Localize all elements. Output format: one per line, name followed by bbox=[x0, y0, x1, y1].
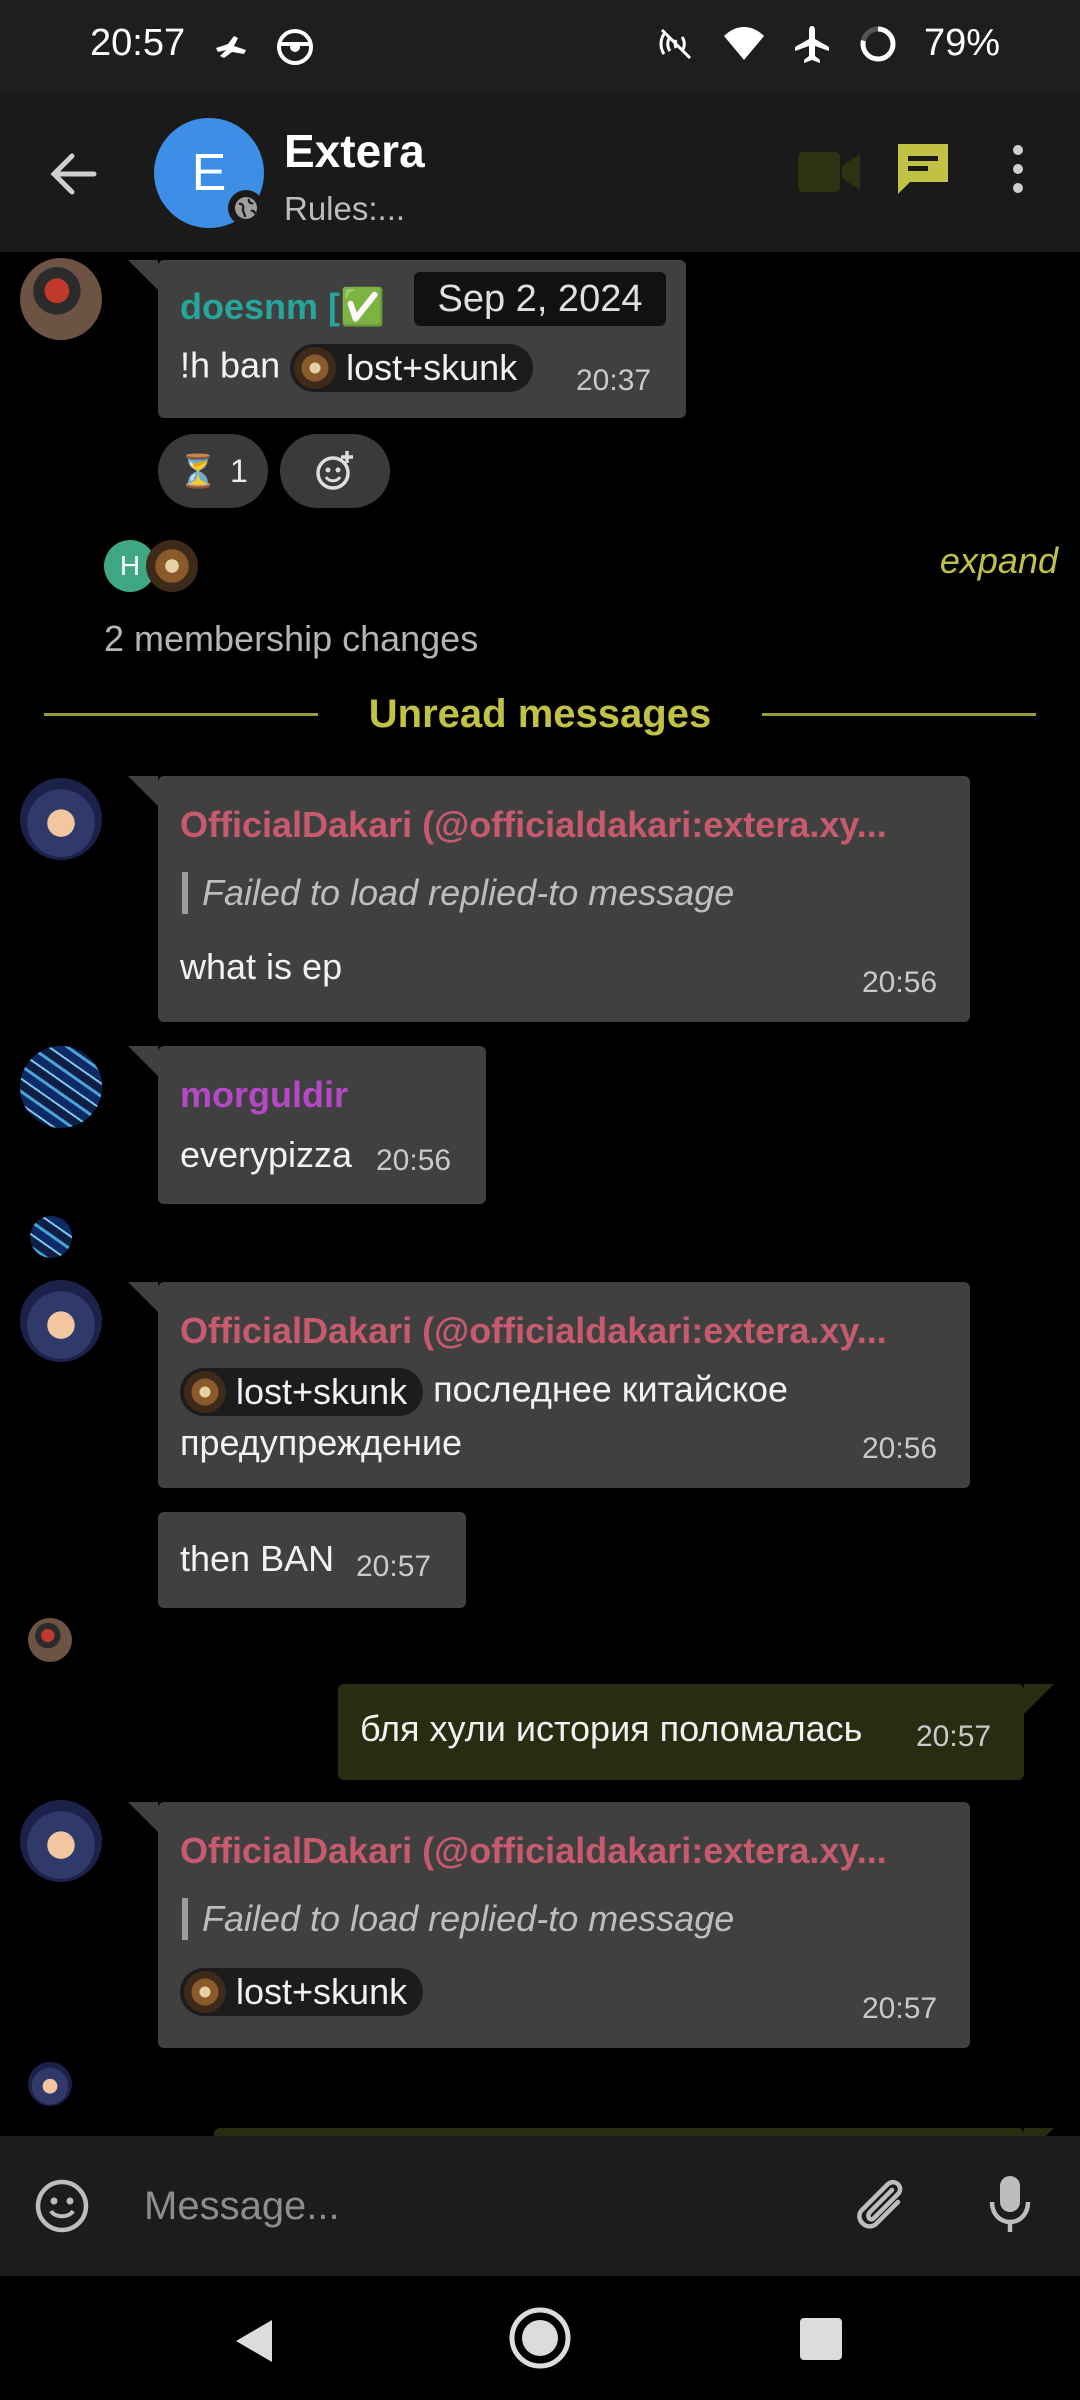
bubble-tail bbox=[128, 776, 158, 806]
room-avatar-letter: E bbox=[191, 144, 227, 202]
room-header: E Extera Rules:... bbox=[0, 94, 1080, 252]
message-bubble[interactable]: morguldir everypizza 20:56 bbox=[158, 1046, 486, 1204]
chat-timeline[interactable]: doesnm [✅ !h ban lost+skunk 20:37 Sep 2,… bbox=[0, 252, 1080, 2136]
message-text: then BAN bbox=[180, 1538, 335, 1579]
reply-preview[interactable]: Failed to load replied-to message bbox=[182, 1898, 734, 1940]
message-text: !h ban lost+skunk bbox=[180, 344, 534, 392]
attach-icon[interactable] bbox=[848, 2172, 912, 2236]
add-reaction-button[interactable] bbox=[280, 434, 390, 508]
room-title[interactable]: Extera bbox=[284, 124, 425, 178]
read-receipt-avatar bbox=[30, 1216, 72, 1258]
avatar-morguldir[interactable] bbox=[20, 1046, 102, 1128]
message-text: everypizza bbox=[180, 1134, 353, 1175]
own-message-bubble[interactable]: бля хули история поломалась 20:57 bbox=[338, 1684, 1024, 1780]
read-receipt-avatar bbox=[28, 2062, 72, 2106]
message-text: lost+skunk последнее китайское bbox=[180, 1368, 788, 1416]
avatar-officialdakari[interactable] bbox=[20, 778, 102, 860]
reaction-chip[interactable]: ⏳ 1 bbox=[158, 434, 268, 508]
status-left-icons bbox=[210, 26, 316, 68]
emoji-icon[interactable] bbox=[32, 2176, 92, 2236]
message-time: 20:56 bbox=[376, 1144, 452, 1177]
message-text: бля хули история поломалась bbox=[360, 1708, 863, 1749]
steering-wheel-icon bbox=[277, 29, 313, 65]
nfc-off-icon bbox=[659, 28, 691, 59]
message-text: what is ep bbox=[180, 946, 343, 987]
back-arrow-icon[interactable] bbox=[44, 144, 104, 204]
bubble-tail bbox=[128, 1282, 158, 1312]
nav-recents-icon[interactable] bbox=[800, 2318, 842, 2360]
bubble-tail bbox=[128, 1802, 158, 1832]
globe-icon bbox=[235, 197, 257, 219]
public-room-badge bbox=[228, 190, 264, 226]
mention-name: lost+skunk bbox=[236, 1971, 408, 2012]
message-text: lost+skunk bbox=[180, 1968, 424, 2016]
reply-preview[interactable]: Failed to load replied-to message bbox=[182, 872, 734, 914]
nav-back-icon[interactable] bbox=[230, 2316, 276, 2366]
microphone-icon[interactable] bbox=[986, 2172, 1034, 2236]
read-receipt-avatar bbox=[28, 1618, 72, 1662]
user-mention-pill[interactable]: lost+skunk bbox=[290, 344, 534, 392]
unread-divider-label: Unread messages bbox=[368, 692, 712, 736]
mention-avatar bbox=[184, 1371, 226, 1413]
user-mention-pill[interactable]: lost+skunk bbox=[180, 1368, 424, 1416]
status-time: 20:57 bbox=[90, 22, 186, 64]
message-bubble[interactable]: OfficialDakari (@officialdakari:extera.x… bbox=[158, 1282, 970, 1488]
hourglass-icon: ⏳ bbox=[178, 453, 219, 489]
message-text-prefix: !h ban bbox=[180, 344, 281, 386]
battery-ring-icon bbox=[860, 26, 896, 61]
membership-avatar-letter: H bbox=[119, 550, 141, 581]
message-text-line2: предупреждение bbox=[180, 1422, 463, 1463]
message-sender[interactable]: OfficialDakari (@officialdakari:extera.x… bbox=[180, 804, 950, 846]
add-reaction-icon bbox=[316, 451, 353, 490]
message-input[interactable] bbox=[144, 2166, 794, 2246]
message-sender[interactable]: OfficialDakari (@officialdakari:extera.x… bbox=[180, 1310, 950, 1352]
bubble-tail bbox=[128, 1046, 158, 1076]
message-sender[interactable]: OfficialDakari (@officialdakari:extera.x… bbox=[180, 1830, 950, 1872]
message-time: 20:56 bbox=[862, 966, 938, 999]
date-chip: Sep 2, 2024 bbox=[414, 272, 666, 326]
avatar-officialdakari[interactable] bbox=[20, 1280, 102, 1362]
bubble-tail bbox=[128, 260, 158, 290]
mention-name: lost+skunk bbox=[236, 1371, 408, 1412]
system-nav-bar bbox=[0, 2276, 1080, 2400]
membership-avatar-skunk bbox=[146, 540, 198, 592]
message-composer bbox=[0, 2136, 1080, 2276]
user-mention-pill[interactable]: lost+skunk bbox=[180, 1968, 424, 2016]
threads-icon[interactable] bbox=[892, 138, 954, 200]
message-time: 20:57 bbox=[916, 1720, 992, 1753]
message-bubble[interactable]: OfficialDakari (@officialdakari:extera.x… bbox=[158, 1802, 970, 2048]
mention-avatar bbox=[294, 347, 337, 389]
status-bar: 20:57 79% bbox=[0, 0, 1080, 94]
bubble-tail bbox=[1024, 2128, 1054, 2136]
message-time: 20:57 bbox=[862, 1992, 938, 2025]
own-message-bubble-partial[interactable] bbox=[214, 2128, 1024, 2136]
avatar-doesnm[interactable] bbox=[20, 258, 102, 340]
membership-summary: 2 membership changes bbox=[104, 618, 479, 659]
avatar-officialdakari[interactable] bbox=[20, 1800, 102, 1882]
video-call-icon[interactable] bbox=[796, 144, 862, 200]
mention-avatar bbox=[184, 1971, 226, 2013]
battery-level: 79% bbox=[923, 22, 1000, 64]
message-text-line1: последнее китайское bbox=[433, 1368, 789, 1410]
airplane-icon bbox=[794, 25, 829, 63]
reaction-count: 1 bbox=[230, 452, 248, 489]
message-time: 20:56 bbox=[862, 1432, 938, 1465]
message-sender[interactable]: doesnm [✅ bbox=[180, 286, 385, 328]
more-options-icon[interactable] bbox=[998, 138, 1038, 200]
drone-icon bbox=[216, 36, 246, 58]
mention-name: lost+skunk bbox=[346, 347, 518, 388]
nav-home-icon[interactable] bbox=[508, 2306, 572, 2370]
expand-membership-link[interactable]: expand bbox=[940, 540, 1058, 582]
wifi-icon bbox=[723, 26, 764, 60]
bubble-tail bbox=[1024, 1684, 1054, 1714]
room-topic[interactable]: Rules:... bbox=[284, 190, 405, 228]
message-sender[interactable]: morguldir bbox=[180, 1074, 348, 1116]
status-right-icons: 79% bbox=[656, 22, 1000, 65]
message-bubble[interactable]: OfficialDakari (@officialdakari:extera.x… bbox=[158, 776, 970, 1022]
message-time: 20:57 bbox=[356, 1550, 432, 1583]
message-bubble[interactable]: then BAN 20:57 bbox=[158, 1512, 466, 1608]
message-time: 20:37 bbox=[576, 364, 652, 397]
